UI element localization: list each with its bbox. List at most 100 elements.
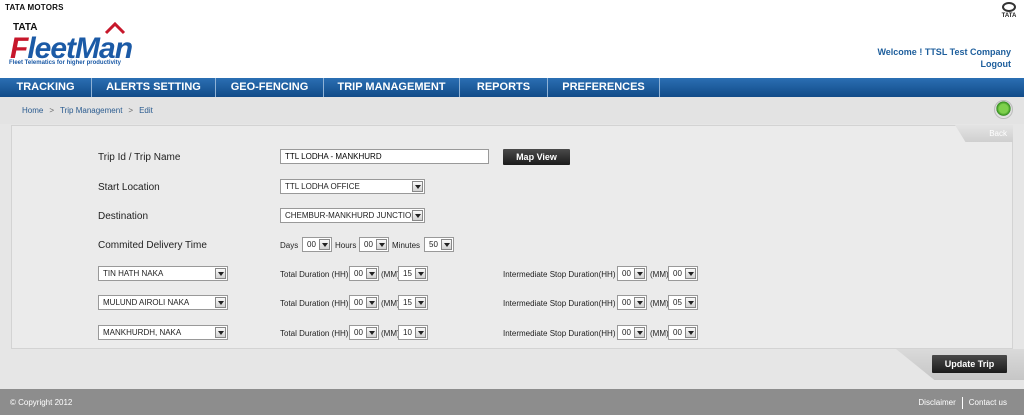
intermediate-duration-label: Intermediate Stop Duration(HH) [503, 329, 616, 338]
total-mm-select[interactable]: 15 [398, 266, 428, 281]
intermediate-hh-select[interactable]: 00 [617, 295, 647, 310]
intermediate-hh-value: 00 [622, 269, 631, 278]
trip-name-label: Trip Id / Trip Name [98, 152, 181, 163]
back-label: Back [989, 129, 1007, 138]
intermediate-mm-select[interactable]: 05 [668, 295, 698, 310]
breadcrumb-home[interactable]: Home [22, 106, 43, 115]
map-view-button[interactable]: Map View [503, 149, 570, 165]
stop-name: TIN HATH NAKA [103, 269, 164, 278]
stop-select[interactable]: MANKHURDH, NAKA [98, 325, 228, 340]
chevron-down-icon [685, 297, 696, 308]
days-value: 00 [307, 240, 316, 249]
destination-label: Destination [98, 211, 149, 222]
chevron-down-icon [366, 297, 377, 308]
breadcrumb: Home > Trip Management > Edit [22, 106, 153, 115]
hours-value: 00 [364, 240, 373, 249]
chevron-down-icon [366, 268, 377, 279]
tata-motors-brand: TATA MOTORS [5, 3, 64, 12]
total-hh-select[interactable]: 00 [349, 295, 379, 310]
total-mm-value: 15 [403, 269, 412, 278]
total-mm-select[interactable]: 10 [398, 325, 428, 340]
chevron-down-icon [415, 327, 426, 338]
days-label: Days [280, 241, 299, 250]
total-hh-select[interactable]: 00 [349, 325, 379, 340]
intermediate-mm-label: (MM) [650, 270, 669, 279]
chevron-down-icon [441, 239, 452, 250]
intermediate-mm-value: 05 [673, 298, 682, 307]
total-mm-label: (MM) [381, 329, 400, 338]
disclaimer-link[interactable]: Disclaimer [918, 398, 955, 409]
update-trip-button[interactable]: Update Trip [932, 355, 1007, 373]
nav-preferences[interactable]: PREFERENCES [548, 78, 660, 97]
total-hh-value: 00 [354, 269, 363, 278]
tata-logo-icon [1002, 2, 1016, 12]
nav-tracking[interactable]: TRACKING [0, 78, 92, 97]
intermediate-hh-select[interactable]: 00 [617, 325, 647, 340]
intermediate-hh-value: 00 [622, 328, 631, 337]
intermediate-mm-label: (MM) [650, 299, 669, 308]
chevron-down-icon [685, 327, 696, 338]
destination-select[interactable]: CHEMBUR-MANKHURD JUNCTION [280, 208, 425, 223]
total-duration-label: Total Duration (HH) [280, 299, 349, 308]
contact-us-link[interactable]: Contact us [969, 398, 1007, 409]
breadcrumb-edit: Edit [139, 106, 153, 115]
status-indicator-icon [994, 100, 1013, 119]
stop-select[interactable]: MULUND AIROLI NAKA [98, 295, 228, 310]
chevron-down-icon [415, 297, 426, 308]
nav-alerts-setting[interactable]: ALERTS SETTING [92, 78, 216, 97]
intermediate-mm-select[interactable]: 00 [668, 325, 698, 340]
chevron-down-icon [215, 297, 226, 308]
delivery-time-label: Commited Delivery Time [98, 240, 207, 251]
hours-label: Hours [335, 241, 357, 250]
breadcrumb-trip-management[interactable]: Trip Management [60, 106, 122, 115]
logout-link[interactable]: Logout [981, 59, 1012, 69]
chevron-down-icon [415, 268, 426, 279]
stop-select[interactable]: TIN HATH NAKA [98, 266, 228, 281]
start-location-select[interactable]: TTL LODHA OFFICE [280, 179, 425, 194]
nav-reports[interactable]: REPORTS [460, 78, 548, 97]
start-location-value: TTL LODHA OFFICE [285, 182, 360, 191]
tata-logo-text: TATA [1001, 13, 1017, 19]
chevron-down-icon [634, 327, 645, 338]
main-nav: TRACKING ALERTS SETTING GEO-FENCING TRIP… [0, 78, 1024, 97]
stop-name: MANKHURDH, NAKA [103, 328, 182, 337]
chevron-down-icon [634, 297, 645, 308]
chevron-down-icon [215, 327, 226, 338]
footer-links: Disclaimer Contact us [918, 397, 1007, 409]
header: TATA MOTORS TATA TATA FleetMan Fleet Tel… [0, 0, 1024, 78]
minutes-label: Minutes [392, 241, 421, 250]
logo-tagline: Fleet Telematics for higher productivity [9, 60, 121, 66]
start-location-label: Start Location [98, 182, 160, 193]
total-mm-label: (MM) [381, 299, 400, 308]
minutes-value: 50 [429, 240, 438, 249]
chevron-down-icon [685, 268, 696, 279]
intermediate-duration-label: Intermediate Stop Duration(HH) [503, 299, 616, 308]
days-select[interactable]: 00 [302, 237, 332, 252]
copyright-text: © Copyright 2012 [10, 398, 73, 407]
nav-trip-management[interactable]: TRIP MANAGEMENT [324, 78, 460, 97]
footer: © Copyright 2012 Disclaimer Contact us [0, 389, 1024, 415]
destination-value: CHEMBUR-MANKHURD JUNCTION [285, 211, 417, 220]
intermediate-mm-select[interactable]: 00 [668, 266, 698, 281]
chevron-down-icon [634, 268, 645, 279]
intermediate-hh-select[interactable]: 00 [617, 266, 647, 281]
intermediate-mm-value: 00 [673, 328, 682, 337]
minutes-select[interactable]: 50 [424, 237, 454, 252]
intermediate-duration-label: Intermediate Stop Duration(HH) [503, 270, 616, 279]
breadcrumb-separator: > [128, 106, 134, 115]
chevron-down-icon [319, 239, 330, 250]
chevron-down-icon [412, 181, 423, 192]
chevron-down-icon [366, 327, 377, 338]
breadcrumb-separator: > [49, 106, 55, 115]
trip-name-input[interactable] [280, 149, 489, 164]
total-mm-label: (MM) [381, 270, 400, 279]
total-hh-value: 00 [354, 328, 363, 337]
total-mm-value: 15 [403, 298, 412, 307]
nav-geo-fencing[interactable]: GEO-FENCING [216, 78, 324, 97]
hours-select[interactable]: 00 [359, 237, 389, 252]
fleetman-logo[interactable]: TATA FleetMan Fleet Telematics for highe… [8, 18, 148, 70]
total-mm-value: 10 [403, 328, 412, 337]
total-duration-label: Total Duration (HH) [280, 329, 349, 338]
total-mm-select[interactable]: 15 [398, 295, 428, 310]
total-hh-select[interactable]: 00 [349, 266, 379, 281]
